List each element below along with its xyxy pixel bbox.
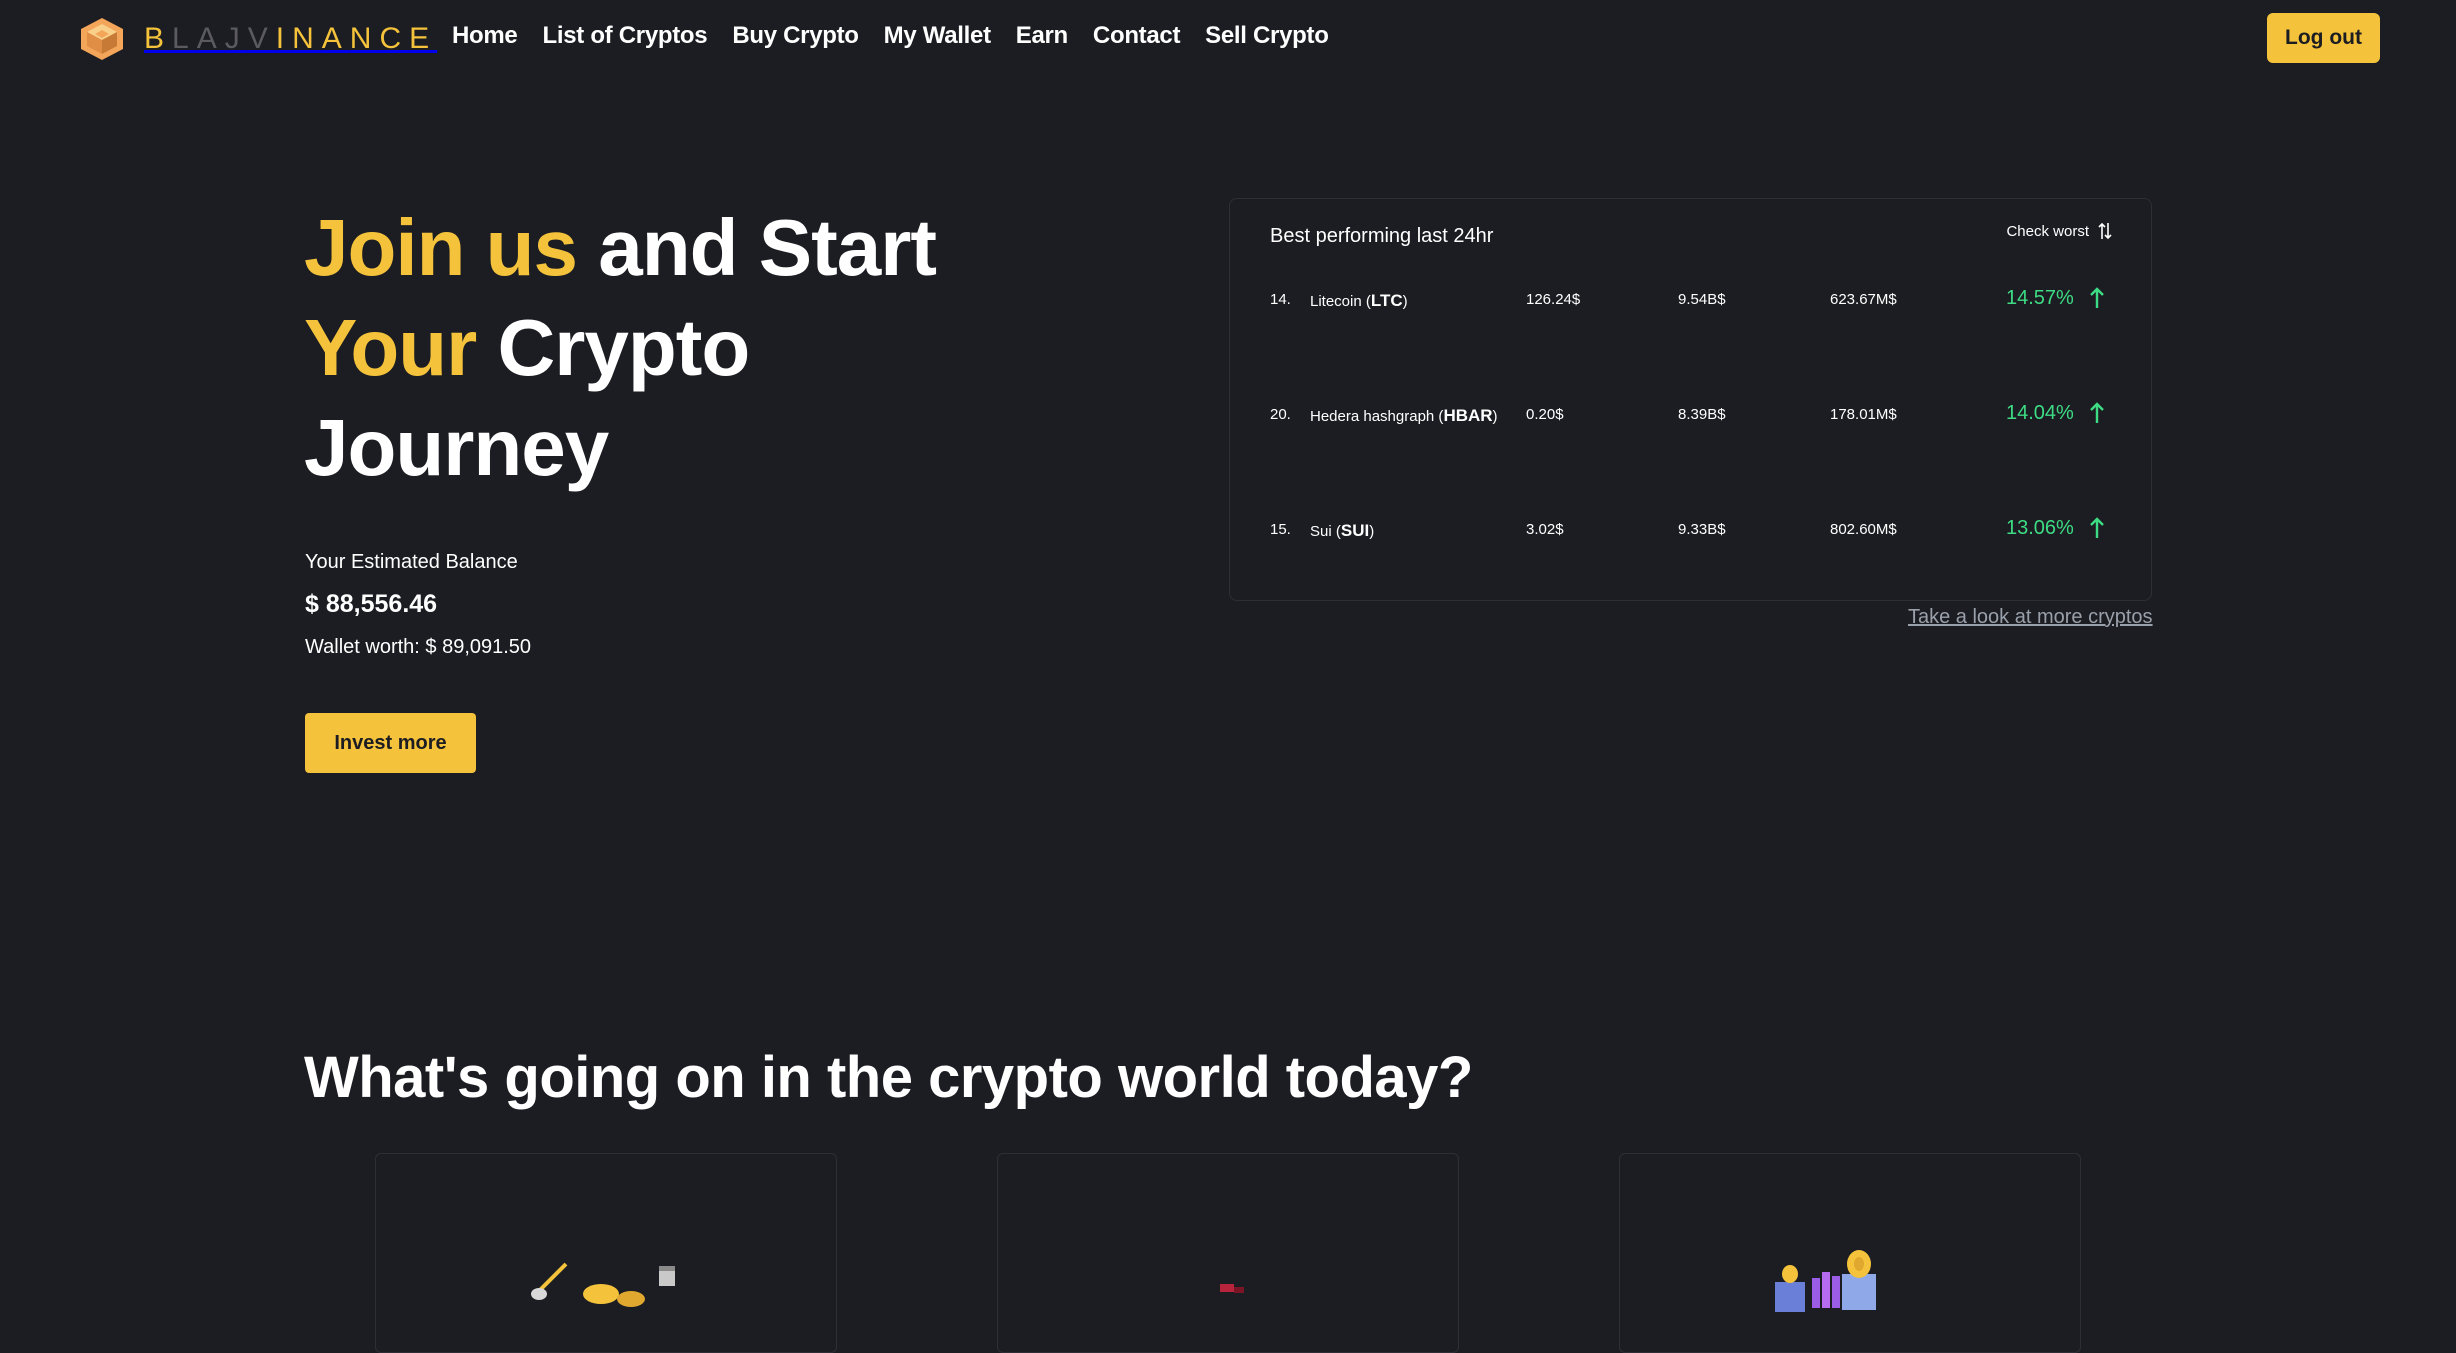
nav-contact[interactable]: Contact bbox=[1093, 22, 1181, 50]
crypto-name: Hedera hashgraph (HBAR) bbox=[1310, 406, 1498, 425]
more-cryptos-link[interactable]: Take a look at more cryptos bbox=[1908, 606, 2153, 629]
nav-my-wallet[interactable]: My Wallet bbox=[884, 22, 991, 50]
brand-letter: L bbox=[172, 22, 197, 55]
crypto-name: Litecoin (LTC) bbox=[1310, 291, 1408, 310]
news-card[interactable] bbox=[375, 1153, 837, 1353]
brand-letter: B bbox=[144, 22, 173, 55]
nav-home[interactable]: Home bbox=[452, 22, 518, 50]
brand-letter: N bbox=[292, 22, 322, 55]
check-worst-label: Check worst bbox=[2006, 222, 2089, 240]
main-nav: Home List of Cryptos Buy Crypto My Walle… bbox=[452, 22, 1329, 50]
brand-letter: C bbox=[379, 22, 410, 55]
nav-earn[interactable]: Earn bbox=[1016, 22, 1068, 50]
brand-letter: I bbox=[275, 22, 293, 55]
crypto-news-illustration bbox=[1220, 1284, 1244, 1293]
hero-title-part-5: Journey bbox=[304, 403, 609, 492]
coins-growth-illustration bbox=[531, 1262, 675, 1307]
crypto-change: 13.06% bbox=[2006, 517, 2074, 539]
crypto-row[interactable]: 14. Litecoin (LTC) 126.24$ 9.54B$ 623.67… bbox=[1230, 281, 2153, 321]
brand-letter: J bbox=[224, 22, 248, 55]
news-card[interactable] bbox=[997, 1153, 1459, 1353]
wallet-worth: Wallet worth: $ 89,091.50 bbox=[305, 636, 532, 658]
nav-buy-crypto[interactable]: Buy Crypto bbox=[732, 22, 859, 50]
best-performing-title: Best performing last 24hr bbox=[1270, 225, 1494, 247]
crypto-market-cap: 8.39B$ bbox=[1678, 406, 1726, 423]
crypto-volume: 623.67M$ bbox=[1830, 291, 1897, 308]
crypto-market-cap: 9.33B$ bbox=[1678, 521, 1726, 538]
crypto-volume: 178.01M$ bbox=[1830, 406, 1897, 423]
crypto-symbol: HBAR bbox=[1443, 406, 1493, 425]
brand-letter: N bbox=[349, 22, 380, 55]
hero-title-part-2: and Start bbox=[577, 203, 937, 292]
brand-letter: E bbox=[409, 22, 438, 55]
crypto-change: 14.04% bbox=[2006, 402, 2074, 424]
arrow-up-icon bbox=[2090, 402, 2104, 423]
crypto-symbol: LTC bbox=[1370, 291, 1403, 310]
arrow-up-icon bbox=[2090, 287, 2104, 308]
hero-title-accent-2: Your bbox=[304, 303, 477, 392]
best-performing-card: Best performing last 24hr Check worst 14… bbox=[1229, 198, 2152, 601]
crypto-price: 0.20$ bbox=[1526, 406, 1564, 423]
crypto-price: 126.24$ bbox=[1526, 291, 1581, 308]
hero-title: Join us and Start Your Crypto Journey bbox=[304, 198, 1064, 498]
brand-letter: V bbox=[247, 22, 276, 55]
crypto-symbol: SUI bbox=[1340, 521, 1370, 540]
crypto-name: Sui (SUI) bbox=[1310, 521, 1375, 540]
hexagon-cube-logo-icon bbox=[81, 18, 123, 60]
crypto-rank: 15. bbox=[1270, 521, 1291, 538]
crypto-rank: 14. bbox=[1270, 291, 1291, 308]
brand-letter: A bbox=[196, 22, 225, 55]
crypto-row[interactable]: 20. Hedera hashgraph (HBAR) 0.20$ 8.39B$… bbox=[1230, 396, 2153, 436]
nav-sell-crypto[interactable]: Sell Crypto bbox=[1205, 22, 1329, 50]
brand-wordmark: BLAJVINANCE bbox=[144, 22, 437, 56]
crypto-change: 14.57% bbox=[2006, 287, 2074, 309]
sort-arrows-icon bbox=[2098, 222, 2112, 240]
crypto-market-cap: 9.54B$ bbox=[1678, 291, 1726, 308]
hero-title-part-4: Crypto bbox=[476, 303, 751, 392]
news-heading: What's going on in the crypto world toda… bbox=[304, 1045, 1473, 1110]
brand-logo[interactable]: BLAJVINANCE bbox=[78, 16, 437, 62]
exchange-blocks-illustration bbox=[1775, 1250, 1876, 1312]
crypto-rank: 20. bbox=[1270, 406, 1291, 423]
nav-list-of-cryptos[interactable]: List of Cryptos bbox=[542, 22, 707, 50]
arrow-up-icon bbox=[2090, 517, 2104, 538]
crypto-volume: 802.60M$ bbox=[1830, 521, 1897, 538]
check-worst-toggle[interactable]: Check worst bbox=[2006, 221, 2113, 241]
brand-letter: A bbox=[321, 22, 350, 55]
invest-more-button[interactable]: Invest more bbox=[305, 713, 476, 773]
logout-button[interactable]: Log out bbox=[2267, 13, 2380, 63]
balance-value: $ 88,556.46 bbox=[305, 590, 438, 618]
hero-title-accent-1: Join us bbox=[304, 203, 578, 292]
top-navbar: BLAJVINANCE Home List of Cryptos Buy Cry… bbox=[0, 0, 2456, 78]
crypto-row[interactable]: 15. Sui (SUI) 3.02$ 9.33B$ 802.60M$ 13.0… bbox=[1230, 511, 2153, 551]
balance-label: Your Estimated Balance bbox=[305, 551, 518, 573]
news-card[interactable] bbox=[1619, 1153, 2081, 1353]
crypto-price: 3.02$ bbox=[1526, 521, 1564, 538]
